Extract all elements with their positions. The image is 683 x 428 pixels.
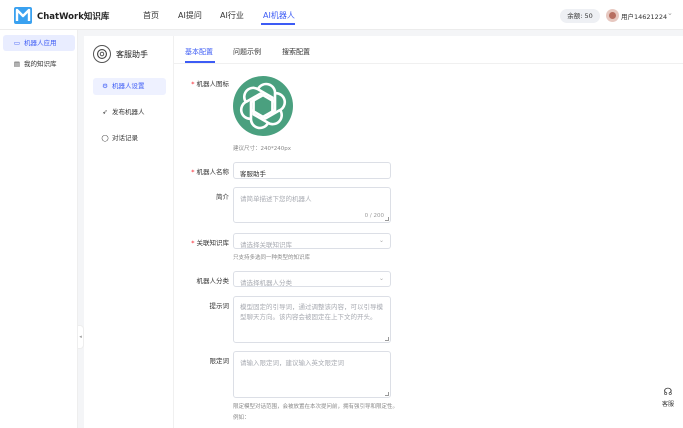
robot-icon-upload[interactable] bbox=[233, 76, 293, 136]
resize-handle[interactable] bbox=[385, 392, 389, 396]
robot-name-input[interactable]: 客服助手 bbox=[233, 162, 391, 179]
limit-label: 限定词 bbox=[209, 357, 230, 365]
resize-handle[interactable] bbox=[385, 217, 389, 221]
limit-example: 例如： bbox=[233, 415, 250, 421]
tab-question-examples[interactable]: 问题示例 bbox=[233, 47, 261, 57]
chat-icon: ◯ bbox=[101, 134, 109, 142]
headset-icon: ☊ bbox=[663, 387, 673, 398]
sidebar-item-robot-app[interactable]: ▭ 机器人应用 bbox=[3, 35, 75, 51]
customer-service-button[interactable]: ☊ 客服 bbox=[654, 387, 682, 417]
gear-icon: ⚙ bbox=[102, 82, 108, 90]
robot-menu-publish[interactable]: ➶ 发布机器人 bbox=[93, 104, 166, 121]
nav-ai-robot[interactable]: AI机器人 bbox=[263, 10, 295, 21]
chevron-down-icon[interactable]: ⌄ bbox=[667, 9, 673, 17]
username[interactable]: 用户14621224 bbox=[621, 11, 667, 21]
kb-hint: 只支持多选同一种类型的知识库 bbox=[233, 255, 311, 261]
category-placeholder: 请选择机器人分类 bbox=[240, 279, 292, 287]
icon-size-hint: 建议尺寸：240*240px bbox=[233, 146, 291, 152]
main-content: 基本配置 问题示例 搜索配置 * 机器人图标 建议尺寸：240*240px * 机器… bbox=[174, 36, 683, 428]
tab-basic-config[interactable]: 基本配置 bbox=[185, 47, 213, 57]
kb-placeholder: 请选择关联知识库 bbox=[240, 241, 292, 249]
robot-menu-settings[interactable]: ⚙ 机器人设置 bbox=[93, 78, 166, 95]
intro-label: 简介 bbox=[216, 193, 229, 201]
robot-avatar-icon bbox=[93, 45, 111, 63]
name-label: * 机器人名称 bbox=[191, 168, 229, 176]
knowledge-base-select[interactable]: 请选择关联知识库 ⌄ bbox=[233, 233, 391, 249]
robot-name-value: 客服助手 bbox=[240, 170, 266, 178]
robot-menu-label: 发布机器人 bbox=[112, 108, 145, 116]
nav-active-indicator bbox=[261, 23, 295, 25]
nav-home[interactable]: 首页 bbox=[143, 10, 159, 21]
robot-menu-label: 对话记录 bbox=[112, 134, 138, 142]
chevron-down-icon: ⌄ bbox=[378, 275, 384, 282]
send-icon: ➶ bbox=[102, 108, 108, 116]
category-select[interactable]: 请选择机器人分类 ⌄ bbox=[233, 271, 391, 287]
user-avatar[interactable] bbox=[606, 9, 619, 22]
chatwork-logo-icon[interactable] bbox=[14, 7, 32, 24]
limit-textarea[interactable]: 请输入限定词，建议输入英文限定词 bbox=[233, 351, 391, 398]
robot-name: 客服助手 bbox=[116, 50, 148, 59]
icon-label: * 机器人图标 bbox=[191, 80, 229, 88]
robot-menu-label: 机器人设置 bbox=[112, 82, 145, 90]
prompt-textarea[interactable]: 模型固定的引导词，通过调整该内容，可以引导模型聊天方向。该内容会被固定在上下文的… bbox=[233, 296, 391, 343]
robot-menu-chat-log[interactable]: ◯ 对话记录 bbox=[93, 130, 166, 147]
limit-placeholder: 请输入限定词，建议输入英文限定词 bbox=[240, 359, 344, 367]
category-label: 机器人分类 bbox=[196, 277, 230, 285]
intro-char-counter: 0 / 200 bbox=[364, 213, 384, 219]
tab-divider bbox=[174, 63, 683, 64]
resize-handle[interactable] bbox=[385, 337, 389, 341]
intro-placeholder: 请简单描述下您的机器人 bbox=[240, 195, 312, 203]
kb-label: * 关联知识库 bbox=[191, 239, 229, 247]
tab-search-config[interactable]: 搜索配置 bbox=[282, 47, 310, 57]
customer-service-label: 客服 bbox=[661, 401, 674, 408]
openai-logo-icon bbox=[239, 82, 287, 130]
top-bar: ChatWork知识库 首页 AI提问 AI行业 AI机器人 余额: 50 用户… bbox=[0, 0, 683, 30]
prompt-label: 提示词 bbox=[209, 302, 230, 310]
nav-ai-industry[interactable]: AI行业 bbox=[220, 10, 244, 21]
chevron-down-icon: ⌄ bbox=[378, 237, 384, 244]
document-icon: ▤ bbox=[13, 60, 21, 68]
prompt-placeholder: 模型固定的引导词，通过调整该内容，可以引导模型聊天方向。该内容会被固定在上下文的… bbox=[240, 303, 383, 321]
balance-badge: 余额: 50 bbox=[560, 9, 600, 23]
limit-hint: 限定模型对话范围，会被放置在本次提问前，拥有强引导和限定性。 bbox=[233, 404, 399, 410]
sidebar-item-label: 机器人应用 bbox=[24, 39, 57, 47]
robot-panel: 客服助手 ⚙ 机器人设置 ➶ 发布机器人 ◯ 对话记录 bbox=[84, 36, 174, 428]
intro-textarea[interactable]: 请简单描述下您的机器人 0 / 200 bbox=[233, 187, 391, 223]
nav-ai-ask[interactable]: AI提问 bbox=[178, 10, 202, 21]
sidebar-item-knowledge-base[interactable]: ▤ 我的知识库 bbox=[3, 56, 75, 72]
brand-name[interactable]: ChatWork知识库 bbox=[37, 10, 109, 22]
sidebar-item-label: 我的知识库 bbox=[24, 60, 57, 68]
main-sidebar: ▭ 机器人应用 ▤ 我的知识库 bbox=[0, 30, 78, 428]
robot-app-icon: ▭ bbox=[13, 39, 21, 47]
